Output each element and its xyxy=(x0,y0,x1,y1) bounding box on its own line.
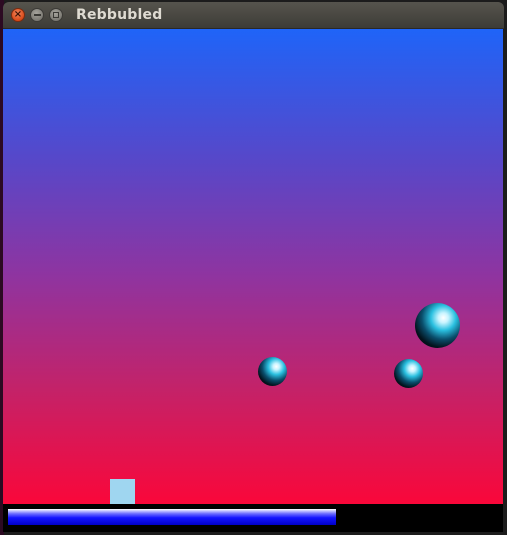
close-window-button[interactable]: × xyxy=(11,8,25,22)
maximize-window-button[interactable] xyxy=(49,8,63,22)
maximize-icon xyxy=(53,12,59,18)
game-window: × Rebbubled xyxy=(0,0,507,535)
timer-bar-fill xyxy=(8,509,336,525)
player-block xyxy=(110,479,135,504)
close-icon: × xyxy=(13,9,23,20)
window-title: Rebbubled xyxy=(76,7,163,23)
game-playfield[interactable] xyxy=(3,29,503,504)
hud-bar xyxy=(3,504,503,532)
title-bar[interactable]: × Rebbubled xyxy=(3,2,504,29)
bubble-small-right xyxy=(394,359,423,388)
timer-bar xyxy=(8,509,497,525)
bubble-medium xyxy=(415,303,460,348)
minimize-window-button[interactable] xyxy=(30,8,44,22)
minimize-icon xyxy=(33,14,41,16)
bubble-small-left xyxy=(258,357,287,386)
